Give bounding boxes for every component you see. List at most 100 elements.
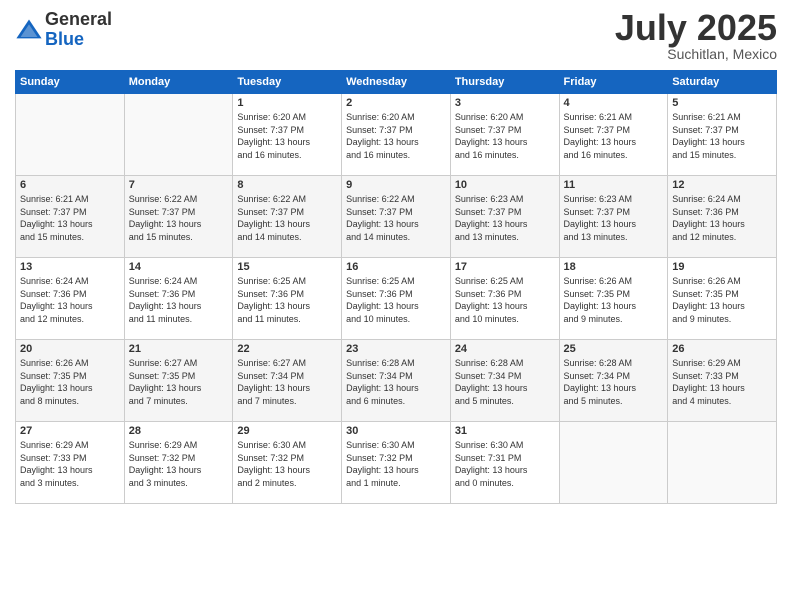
header-thursday: Thursday	[450, 71, 559, 94]
day-number: 17	[455, 261, 555, 273]
calendar-cell	[16, 94, 125, 176]
calendar-week-row: 6Sunrise: 6:21 AM Sunset: 7:37 PM Daylig…	[16, 176, 777, 258]
calendar-cell: 30 Sunrise: 6:30 AM Sunset: 7:32 PM Dayli…	[342, 422, 451, 504]
day-info: Sunrise: 6:28 AM Sunset: 7:34 PM Dayligh…	[564, 357, 664, 407]
day-info: Sunrise: 6:20 AM Sunset: 7:37 PM Dayligh…	[346, 111, 446, 161]
day-number: 2	[346, 97, 446, 109]
day-info: Sunrise: 6:22 AM Sunset: 7:37 PM Dayligh…	[346, 193, 446, 243]
day-info: Sunrise: 6:23 AM Sunset: 7:37 PM Dayligh…	[564, 193, 664, 243]
day-info: Sunrise: 6:29 AM Sunset: 7:33 PM Dayligh…	[672, 357, 772, 407]
day-number: 19	[672, 261, 772, 273]
day-info: Sunrise: 6:26 AM Sunset: 7:35 PM Dayligh…	[20, 357, 120, 407]
page: General Blue July 2025 Suchitlan, Mexico…	[0, 0, 792, 612]
calendar-cell: 5Sunrise: 6:21 AM Sunset: 7:37 PM Daylig…	[668, 94, 777, 176]
day-info: Sunrise: 6:21 AM Sunset: 7:37 PM Dayligh…	[672, 111, 772, 161]
calendar-cell: 26 Sunrise: 6:29 AM Sunset: 7:33 PM Dayli…	[668, 340, 777, 422]
day-info: Sunrise: 6:20 AM Sunset: 7:37 PM Dayligh…	[455, 111, 555, 161]
day-number: 20	[20, 343, 120, 355]
calendar-cell: 12 Sunrise: 6:24 AM Sunset: 7:36 PM Dayli…	[668, 176, 777, 258]
calendar-week-row: 20 Sunrise: 6:26 AM Sunset: 7:35 PM Dayli…	[16, 340, 777, 422]
day-number: 9	[346, 179, 446, 191]
month-title: July 2025	[615, 10, 777, 46]
day-number: 18	[564, 261, 664, 273]
day-number: 1	[237, 97, 337, 109]
day-info: Sunrise: 6:29 AM Sunset: 7:32 PM Dayligh…	[129, 439, 229, 489]
day-info: Sunrise: 6:22 AM Sunset: 7:37 PM Dayligh…	[237, 193, 337, 243]
day-number: 6	[20, 179, 120, 191]
day-number: 3	[455, 97, 555, 109]
calendar-cell: 29Sunrise: 6:30 AM Sunset: 7:32 PM Dayli…	[233, 422, 342, 504]
calendar: Sunday Monday Tuesday Wednesday Thursday…	[15, 70, 777, 504]
weekday-header-row: Sunday Monday Tuesday Wednesday Thursday…	[16, 71, 777, 94]
day-info: Sunrise: 6:24 AM Sunset: 7:36 PM Dayligh…	[129, 275, 229, 325]
calendar-cell: 6Sunrise: 6:21 AM Sunset: 7:37 PM Daylig…	[16, 176, 125, 258]
day-info: Sunrise: 6:21 AM Sunset: 7:37 PM Dayligh…	[564, 111, 664, 161]
calendar-cell: 18 Sunrise: 6:26 AM Sunset: 7:35 PM Dayli…	[559, 258, 668, 340]
day-number: 27	[20, 425, 120, 437]
calendar-cell: 1 Sunrise: 6:20 AM Sunset: 7:37 PM Daylig…	[233, 94, 342, 176]
day-number: 22	[237, 343, 337, 355]
day-number: 16	[346, 261, 446, 273]
calendar-cell: 24Sunrise: 6:28 AM Sunset: 7:34 PM Dayli…	[450, 340, 559, 422]
day-info: Sunrise: 6:30 AM Sunset: 7:32 PM Dayligh…	[346, 439, 446, 489]
day-info: Sunrise: 6:30 AM Sunset: 7:31 PM Dayligh…	[455, 439, 555, 489]
calendar-cell: 22 Sunrise: 6:27 AM Sunset: 7:34 PM Dayli…	[233, 340, 342, 422]
calendar-cell: 3 Sunrise: 6:20 AM Sunset: 7:37 PM Daylig…	[450, 94, 559, 176]
calendar-cell: 14 Sunrise: 6:24 AM Sunset: 7:36 PM Dayli…	[124, 258, 233, 340]
day-info: Sunrise: 6:25 AM Sunset: 7:36 PM Dayligh…	[346, 275, 446, 325]
header-monday: Monday	[124, 71, 233, 94]
calendar-cell: 31Sunrise: 6:30 AM Sunset: 7:31 PM Dayli…	[450, 422, 559, 504]
calendar-cell	[559, 422, 668, 504]
calendar-cell: 11Sunrise: 6:23 AM Sunset: 7:37 PM Dayli…	[559, 176, 668, 258]
logo-general: General	[45, 10, 112, 30]
day-info: Sunrise: 6:28 AM Sunset: 7:34 PM Dayligh…	[346, 357, 446, 407]
day-number: 25	[564, 343, 664, 355]
day-number: 21	[129, 343, 229, 355]
day-number: 29	[237, 425, 337, 437]
calendar-cell: 21 Sunrise: 6:27 AM Sunset: 7:35 PM Dayli…	[124, 340, 233, 422]
calendar-cell: 23 Sunrise: 6:28 AM Sunset: 7:34 PM Dayli…	[342, 340, 451, 422]
day-info: Sunrise: 6:25 AM Sunset: 7:36 PM Dayligh…	[237, 275, 337, 325]
day-info: Sunrise: 6:26 AM Sunset: 7:35 PM Dayligh…	[564, 275, 664, 325]
calendar-cell	[668, 422, 777, 504]
day-number: 12	[672, 179, 772, 191]
day-number: 23	[346, 343, 446, 355]
calendar-cell	[124, 94, 233, 176]
logo: General Blue	[15, 10, 112, 50]
day-number: 8	[237, 179, 337, 191]
header-tuesday: Tuesday	[233, 71, 342, 94]
day-number: 28	[129, 425, 229, 437]
day-info: Sunrise: 6:24 AM Sunset: 7:36 PM Dayligh…	[672, 193, 772, 243]
day-number: 30	[346, 425, 446, 437]
day-info: Sunrise: 6:22 AM Sunset: 7:37 PM Dayligh…	[129, 193, 229, 243]
day-number: 14	[129, 261, 229, 273]
calendar-cell: 15 Sunrise: 6:25 AM Sunset: 7:36 PM Dayli…	[233, 258, 342, 340]
header-sunday: Sunday	[16, 71, 125, 94]
calendar-cell: 27 Sunrise: 6:29 AM Sunset: 7:33 PM Dayli…	[16, 422, 125, 504]
day-number: 10	[455, 179, 555, 191]
day-info: Sunrise: 6:23 AM Sunset: 7:37 PM Dayligh…	[455, 193, 555, 243]
calendar-week-row: 1 Sunrise: 6:20 AM Sunset: 7:37 PM Daylig…	[16, 94, 777, 176]
calendar-cell: 10 Sunrise: 6:23 AM Sunset: 7:37 PM Dayli…	[450, 176, 559, 258]
calendar-cell: 7 Sunrise: 6:22 AM Sunset: 7:37 PM Daylig…	[124, 176, 233, 258]
calendar-week-row: 27 Sunrise: 6:29 AM Sunset: 7:33 PM Dayli…	[16, 422, 777, 504]
day-number: 13	[20, 261, 120, 273]
calendar-week-row: 13 Sunrise: 6:24 AM Sunset: 7:36 PM Dayli…	[16, 258, 777, 340]
day-info: Sunrise: 6:20 AM Sunset: 7:37 PM Dayligh…	[237, 111, 337, 161]
day-number: 4	[564, 97, 664, 109]
calendar-cell: 16 Sunrise: 6:25 AM Sunset: 7:36 PM Dayli…	[342, 258, 451, 340]
header-saturday: Saturday	[668, 71, 777, 94]
logo-icon	[15, 16, 43, 44]
day-number: 26	[672, 343, 772, 355]
day-number: 7	[129, 179, 229, 191]
calendar-cell: 9 Sunrise: 6:22 AM Sunset: 7:37 PM Daylig…	[342, 176, 451, 258]
logo-text: General Blue	[45, 10, 112, 50]
day-info: Sunrise: 6:24 AM Sunset: 7:36 PM Dayligh…	[20, 275, 120, 325]
calendar-cell: 19Sunrise: 6:26 AM Sunset: 7:35 PM Dayli…	[668, 258, 777, 340]
calendar-cell: 20 Sunrise: 6:26 AM Sunset: 7:35 PM Dayli…	[16, 340, 125, 422]
day-info: Sunrise: 6:29 AM Sunset: 7:33 PM Dayligh…	[20, 439, 120, 489]
day-info: Sunrise: 6:27 AM Sunset: 7:35 PM Dayligh…	[129, 357, 229, 407]
day-number: 24	[455, 343, 555, 355]
day-info: Sunrise: 6:27 AM Sunset: 7:34 PM Dayligh…	[237, 357, 337, 407]
day-number: 15	[237, 261, 337, 273]
